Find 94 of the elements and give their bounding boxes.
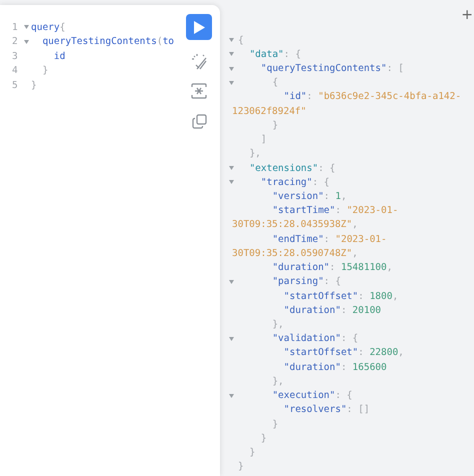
fold-arrow-icon[interactable] — [229, 52, 234, 56]
json-string: "2023-01- — [335, 234, 387, 245]
json-number: 15481100 — [340, 262, 387, 274]
code-field: query — [31, 22, 60, 33]
fold-arrow-icon[interactable] — [229, 280, 234, 284]
json-number: 165600 — [352, 362, 387, 373]
json-string: "2023-01- — [346, 205, 398, 216]
code-punctuation: : — [330, 262, 336, 274]
line-number: 2 — [12, 36, 19, 48]
fold-arrow-icon[interactable] — [229, 336, 234, 341]
code-punctuation: : { — [340, 333, 358, 344]
json-key: "version" — [238, 191, 324, 202]
json-key: "validation" — [238, 333, 341, 344]
json-key: "startOffset" — [238, 347, 358, 358]
code-punctuation: : — [324, 191, 331, 202]
code-punctuation: : { — [335, 390, 352, 402]
line-number: 3 — [12, 50, 19, 62]
code-punctuation: }, — [271, 318, 284, 330]
json-string: 30T09:35:28.0435938Z" — [232, 219, 352, 230]
prettify-button[interactable] — [190, 52, 208, 70]
code-punctuation: } — [260, 432, 267, 444]
json-string: "b636c9e2-345c-4bfa-a142- — [318, 91, 462, 102]
fold-arrow-icon[interactable] — [229, 38, 234, 42]
json-key: "id" — [238, 91, 307, 102]
code-field: id — [31, 50, 66, 62]
code-punctuation: : — [358, 290, 365, 302]
json-key: "startTime" — [238, 205, 336, 216]
json-number: 1800 — [370, 290, 392, 302]
code-punctuation: { — [60, 22, 66, 33]
code-punctuation: : — [340, 304, 348, 316]
json-key: "duration" — [238, 362, 341, 373]
fold-arrow-icon[interactable] — [229, 394, 234, 398]
query-editor[interactable]: 1 query{ 2 queryTestingContents(to 3 id 4 } 5 } — [0, 5, 220, 476]
json-key: "parsing" — [238, 276, 324, 288]
code-punctuation: , — [398, 347, 404, 358]
json-number: 1 — [335, 191, 341, 202]
json-key: "queryTestingContents" — [238, 63, 387, 74]
code-punctuation: } — [238, 461, 244, 472]
code-punctuation: : — [358, 347, 365, 358]
json-key: "duration" — [238, 262, 330, 274]
code-punctuation: }, — [271, 376, 284, 387]
code-punctuation: : [ — [386, 63, 404, 74]
code-punctuation: : — [340, 362, 348, 373]
code-punctuation: } — [41, 65, 48, 76]
json-key: "endTime" — [238, 234, 324, 245]
fold-arrow-icon[interactable] — [229, 166, 234, 170]
merge-button[interactable] — [190, 82, 208, 100]
json-key: "resolvers" — [238, 404, 347, 416]
code-punctuation: } — [271, 120, 278, 131]
code-punctuation: : — [335, 205, 342, 216]
add-button[interactable]: + — [461, 7, 473, 23]
code-field: to — [162, 36, 174, 48]
fold-arrow-icon[interactable] — [229, 80, 234, 85]
code-punctuation: : { — [324, 276, 341, 288]
json-key: "execution" — [238, 390, 336, 402]
json-key: "tracing" — [238, 176, 312, 188]
code-punctuation: { — [238, 34, 244, 46]
run-button[interactable] — [186, 14, 212, 40]
code-punctuation: , — [340, 191, 347, 202]
fold-arrow-icon[interactable] — [229, 66, 234, 71]
code-punctuation: , — [386, 262, 392, 274]
fold-arrow-icon[interactable] — [24, 40, 28, 44]
line-number: 5 — [12, 80, 19, 91]
code-punctuation: } — [248, 446, 256, 458]
json-number: 22800 — [370, 347, 398, 358]
code-punctuation: ] — [260, 134, 267, 146]
code-punctuation: : { — [312, 176, 330, 188]
code-punctuation: : { — [318, 162, 336, 174]
line-number: 4 — [12, 65, 19, 76]
code-punctuation: ( — [156, 36, 163, 48]
json-key: "duration" — [238, 304, 341, 316]
code-punctuation: { — [271, 77, 278, 88]
copy-button[interactable] — [190, 112, 208, 130]
code-punctuation: }, — [248, 148, 261, 160]
line-number: 1 — [12, 22, 19, 33]
code-punctuation: } — [271, 418, 278, 430]
code-punctuation: : [] — [346, 404, 370, 416]
code-punctuation: , — [352, 248, 358, 259]
code-punctuation: : — [306, 91, 314, 102]
fold-arrow-icon[interactable] — [229, 180, 234, 184]
code-punctuation: , — [352, 219, 358, 230]
code-punctuation: , — [392, 290, 398, 302]
json-string: 123062f8924f" — [232, 106, 306, 117]
json-key: "startOffset" — [238, 290, 358, 302]
json-number: 20100 — [352, 304, 382, 316]
fold-arrow-icon[interactable] — [24, 25, 28, 30]
json-key: "extensions" — [238, 162, 318, 174]
code-punctuation: : { — [284, 48, 301, 60]
code-punctuation: } — [31, 80, 37, 91]
code-field: queryTestingContents — [31, 36, 157, 48]
json-string: 30T09:35:28.0590748Z" — [232, 248, 352, 259]
code-punctuation: : — [324, 234, 331, 245]
json-key: "data" — [238, 48, 284, 60]
play-icon — [193, 20, 205, 34]
